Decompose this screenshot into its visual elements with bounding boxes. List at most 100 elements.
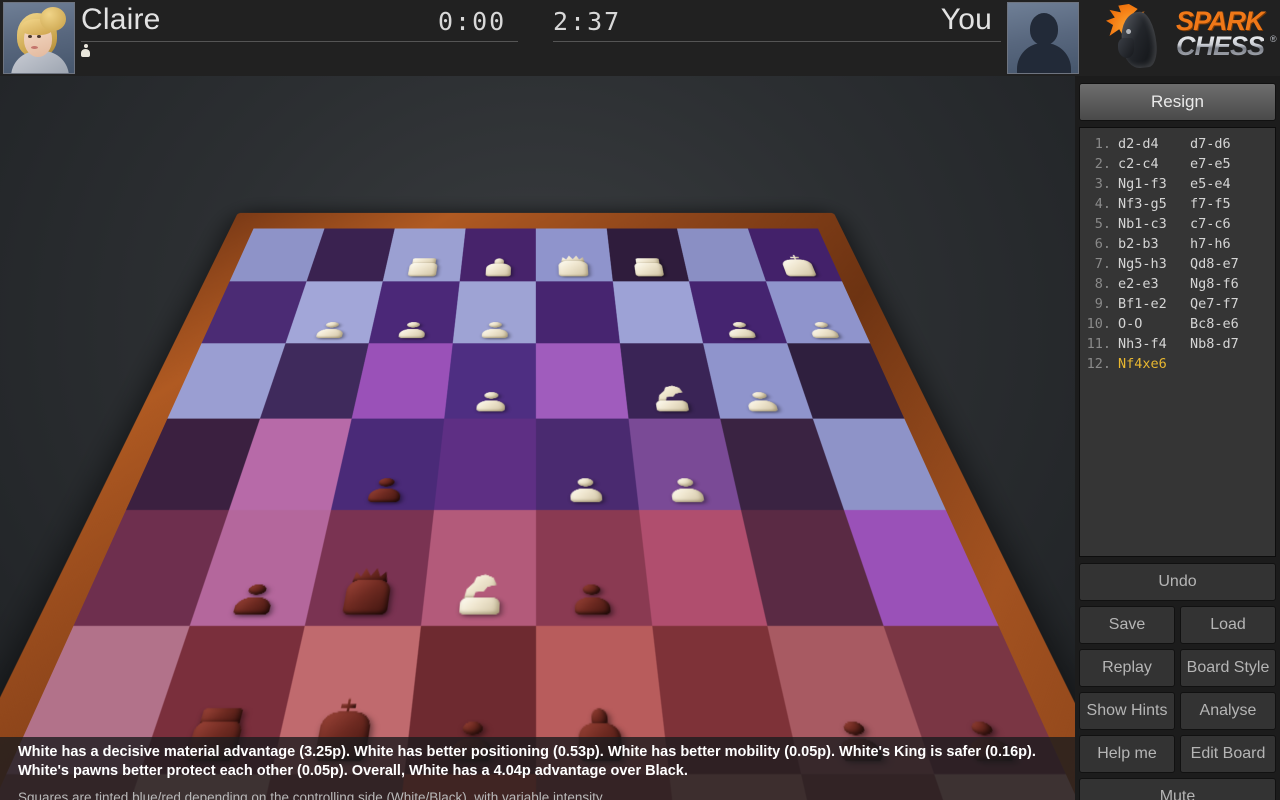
move-black[interactable]: Bc8-e6 [1190,314,1262,334]
chess-board-3d[interactable] [0,212,1075,800]
knight-logo-icon [1104,4,1170,70]
move-white[interactable]: Nb1-c3 [1118,214,1190,234]
move-number: 8. [1094,276,1111,292]
move-row[interactable]: 3. Ng1-f3 e5-e4 [1084,174,1271,194]
board-square[interactable] [304,510,433,626]
move-row[interactable]: 2. c2-c4 e7-e5 [1084,154,1271,174]
avatar-opponent[interactable] [3,2,75,74]
chess-piece-white-king[interactable] [778,255,817,276]
move-black[interactable]: Ng8-f6 [1190,274,1262,294]
move-row[interactable]: 1. d2-d4 d7-d6 [1084,134,1271,154]
board-square[interactable] [606,228,689,282]
move-white[interactable]: b2-b3 [1118,234,1190,254]
chess-piece-black-pawn[interactable] [573,585,612,615]
board-square[interactable] [330,418,444,510]
board-square[interactable] [535,228,613,282]
move-white[interactable]: Bf1-e2 [1118,294,1190,314]
undo-button[interactable]: Undo [1079,563,1276,601]
move-black[interactable]: h7-h6 [1190,234,1262,254]
move-number: 1. [1094,136,1111,152]
move-white[interactable]: O-O [1118,314,1190,334]
board-square[interactable] [433,418,536,510]
move-white[interactable]: Ng1-f3 [1118,174,1190,194]
move-row[interactable]: 7. Ng5-h3 Qd8-e7 [1084,254,1271,274]
save-button[interactable]: Save [1079,606,1175,644]
move-white[interactable]: Nh3-f4 [1118,334,1190,354]
chess-piece-white-pawn[interactable] [569,478,604,502]
chess-piece-white-bishop[interactable] [484,259,511,277]
chess-piece-white-pawn[interactable] [806,322,840,338]
board-square[interactable] [419,510,536,626]
move-white[interactable]: Nf3-g5 [1118,194,1190,214]
move-row[interactable]: 9. Bf1-e2 Qe7-f7 [1084,294,1271,314]
chess-piece-white-pawn[interactable] [480,322,508,338]
edit-board-button[interactable]: Edit Board [1180,735,1276,773]
move-row[interactable]: 4. Nf3-g5 f7-f5 [1084,194,1271,214]
board-square[interactable] [368,281,459,344]
white-pawn-icon [81,44,90,57]
move-number: 12. [1086,356,1111,372]
move-white[interactable]: e2-e3 [1118,274,1190,294]
board-square[interactable] [351,343,452,419]
chess-piece-white-queen[interactable] [557,256,589,277]
chess-piece-white-pawn[interactable] [314,322,346,338]
move-white[interactable]: Nf4xe6 [1118,354,1190,374]
user-silhouette-head-icon [1030,13,1058,45]
board-square[interactable] [451,281,536,344]
move-row[interactable]: 11. Nh3-f4 Nb8-d7 [1084,334,1271,354]
chess-piece-white-pawn[interactable] [397,322,427,338]
analyse-button[interactable]: Analyse [1180,692,1276,730]
board-square[interactable] [535,510,652,626]
move-row[interactable]: 12. Nf4xe6 [1084,354,1271,374]
move-black[interactable]: Nb8-d7 [1190,334,1262,354]
move-black[interactable]: d7-d6 [1190,134,1262,154]
move-black[interactable]: e5-e4 [1190,174,1262,194]
move-white[interactable]: Ng5-h3 [1118,254,1190,274]
move-black[interactable]: Qe7-f7 [1190,294,1262,314]
move-black[interactable]: c7-c6 [1190,214,1262,234]
chess-piece-white-knight[interactable] [651,386,690,412]
chess-piece-white-rook[interactable] [407,259,439,277]
help-me-button[interactable]: Help me [1079,735,1175,773]
mute-button[interactable]: Mute [1079,778,1276,800]
chess-piece-white-pawn[interactable] [667,478,704,502]
board-square[interactable] [443,343,536,419]
board-square[interactable] [740,510,883,626]
board-square[interactable] [535,281,620,344]
load-button[interactable]: Load [1180,606,1276,644]
avatar-user[interactable] [1007,2,1079,74]
move-row[interactable]: 6. b2-b3 h7-h6 [1084,234,1271,254]
move-white[interactable]: c2-c4 [1118,154,1190,174]
chess-piece-black-pawn[interactable] [231,585,277,615]
move-row[interactable]: 8. e2-e3 Ng8-f6 [1084,274,1271,294]
move-black[interactable] [1190,354,1262,374]
board-square[interactable] [612,281,703,344]
move-black[interactable]: e7-e5 [1190,154,1262,174]
board-square[interactable] [535,343,628,419]
move-row[interactable]: 10. O-O Bc8-e6 [1084,314,1271,334]
replay-button[interactable]: Replay [1079,649,1175,687]
chess-piece-white-pawn[interactable] [475,392,506,411]
chess-piece-white-rook[interactable] [632,259,664,277]
chess-piece-white-pawn[interactable] [744,392,779,411]
resign-button[interactable]: Resign [1079,83,1276,121]
move-black[interactable]: Qd8-e7 [1190,254,1262,274]
move-number: 2. [1094,156,1111,172]
move-number: 10. [1086,316,1111,332]
move-row[interactable]: 5. Nb1-c3 c7-c6 [1084,214,1271,234]
move-list[interactable]: 1. d2-d4 d7-d6 2. c2-c4 e7-e5 3. Ng1-f3 e5-e4 4. N… [1079,127,1276,557]
show-hints-button[interactable]: Show Hints [1079,692,1175,730]
board-square[interactable] [638,510,767,626]
board-style-button[interactable]: Board Style [1180,649,1276,687]
chess-piece-black-pawn[interactable] [366,478,403,502]
chess-piece-white-pawn[interactable] [725,322,757,338]
analysis-summary-text: White has a decisive material advantage … [18,744,1036,779]
board-square[interactable] [382,228,465,282]
board-square[interactable] [458,228,536,282]
top-bar: Claire 0:00 2:37 You SPARK CHESS ® [0,0,1280,76]
board-square[interactable] [535,418,638,510]
move-white[interactable]: d2-d4 [1118,134,1190,154]
move-black[interactable]: f7-f5 [1190,194,1262,214]
board-squares[interactable] [0,228,1075,800]
board-square[interactable] [188,510,331,626]
